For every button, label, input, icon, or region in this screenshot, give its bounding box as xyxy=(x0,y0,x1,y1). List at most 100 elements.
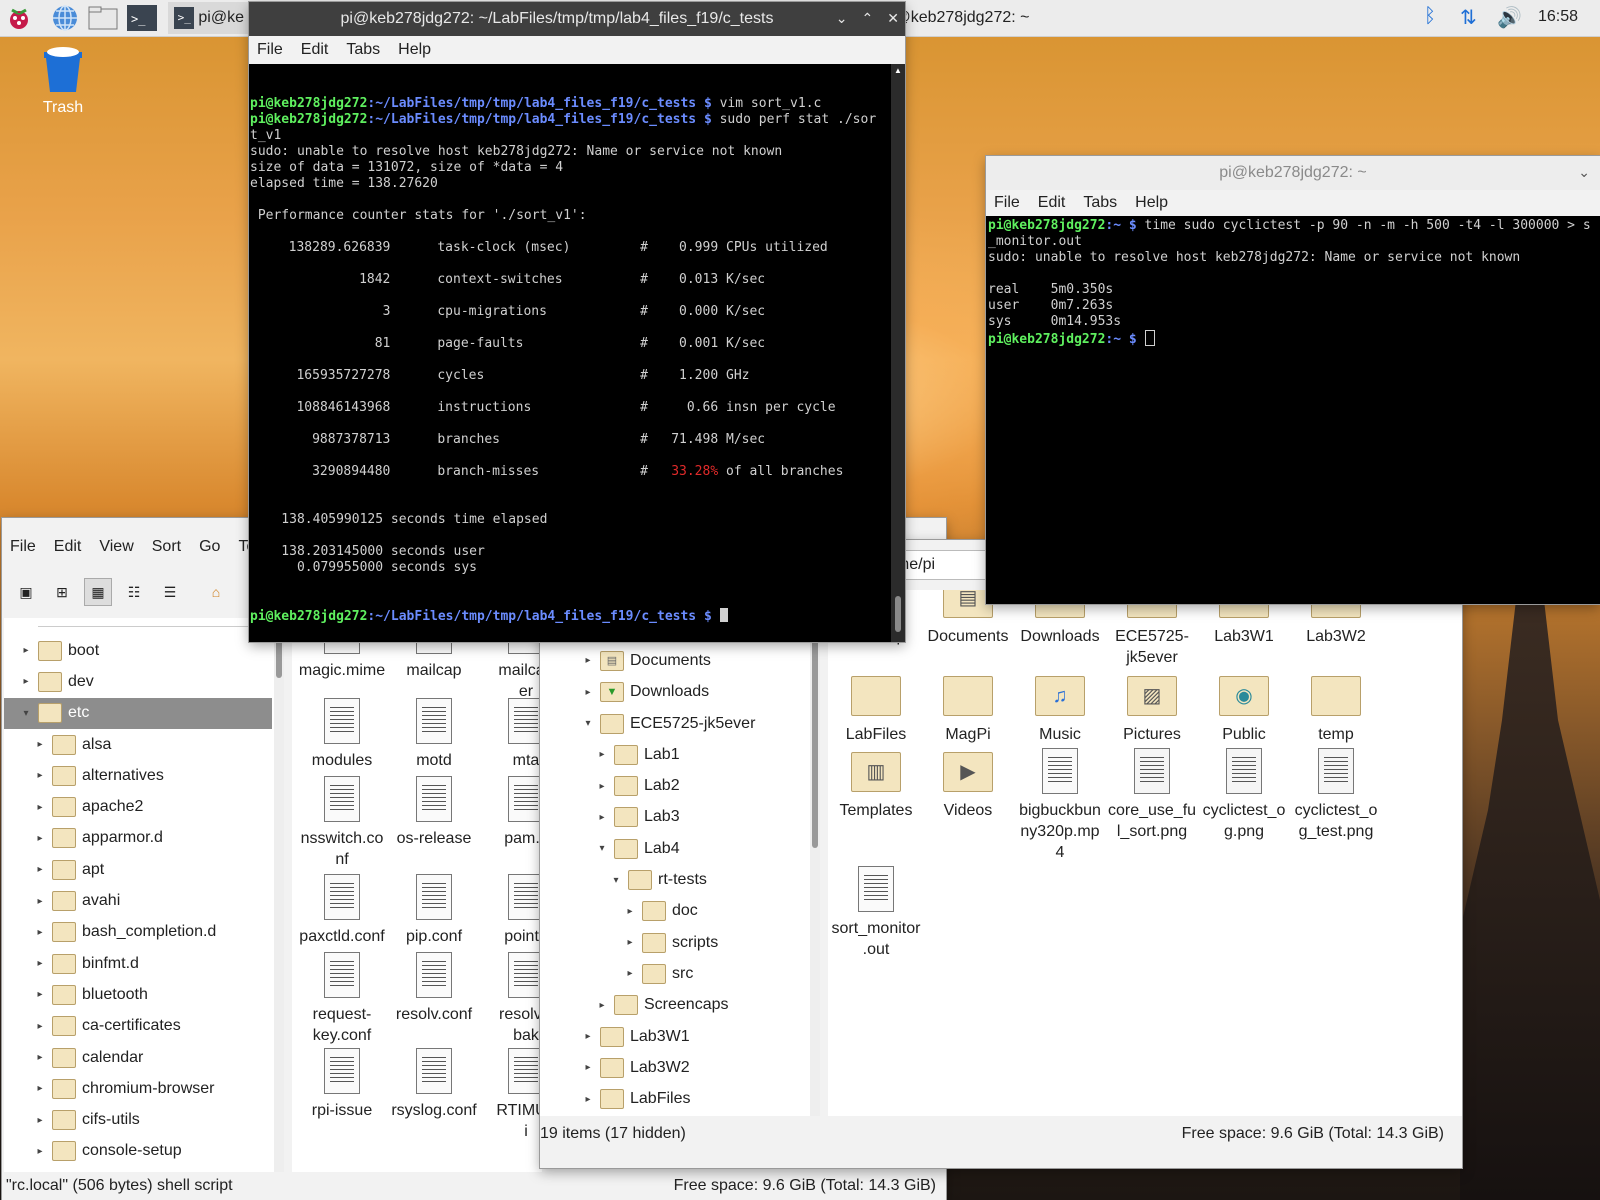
file-item[interactable]: mta xyxy=(480,698,542,771)
file-item[interactable]: resolv.c bak xyxy=(480,952,542,1046)
file-manager-icon[interactable] xyxy=(88,3,118,33)
file-item[interactable]: pointe xyxy=(480,874,542,947)
file-item[interactable]: request- key.conf xyxy=(296,952,388,1046)
tree-item[interactable]: ▸ Lab3W2 xyxy=(540,1052,806,1083)
clock[interactable]: 16:58 xyxy=(1538,8,1578,26)
file-item[interactable]: motd xyxy=(388,698,480,771)
tree-item[interactable]: ▸ scripts xyxy=(540,927,806,958)
menu-tabs[interactable]: Tabs xyxy=(1083,194,1117,212)
tree-item[interactable]: ▸ binfmt.d xyxy=(4,948,272,979)
thumbnail-view-icon[interactable]: ▦ xyxy=(84,578,112,606)
tree-item[interactable]: ▸ LabFiles xyxy=(540,1083,806,1114)
terminal-2-titlebar[interactable]: pi@keb278jdg272: ~ ⌄ xyxy=(986,156,1600,190)
tree-item[interactable]: ▸ cifs-utils xyxy=(4,1104,272,1135)
tree-scrollbar[interactable] xyxy=(274,618,284,1172)
desktop-trash[interactable]: Trash xyxy=(38,46,88,117)
network-icon[interactable]: ⇅ xyxy=(1460,5,1477,30)
tree-item[interactable]: ▸ Lab2 xyxy=(540,770,806,801)
menu-help[interactable]: Help xyxy=(1135,194,1168,212)
menu-file[interactable]: File xyxy=(994,194,1020,212)
expand-right-icon[interactable]: ▸ xyxy=(32,833,48,844)
file-item[interactable]: cyclictest_o g.png xyxy=(1198,748,1290,842)
expand-right-icon[interactable]: ▸ xyxy=(32,739,48,750)
expand-right-icon[interactable]: ▸ xyxy=(18,676,34,687)
menu-tabs[interactable]: Tabs xyxy=(346,41,380,59)
tree-item[interactable]: ▾ etc xyxy=(4,697,272,729)
file-item[interactable]: paxctld.conf xyxy=(296,874,388,947)
tree-item[interactable]: ▾ ECE5725-jk5ever xyxy=(540,708,806,739)
tree-item[interactable]: ▸ src xyxy=(540,958,806,989)
expand-right-icon[interactable]: ▸ xyxy=(580,687,596,698)
tree-item[interactable]: ▸ Lab3W1 xyxy=(540,1021,806,1052)
file-item[interactable]: ♫ Music xyxy=(1014,672,1106,745)
tree-item[interactable]: ▸ dev xyxy=(4,666,272,697)
tree-item[interactable]: ▸ bash_completion.d xyxy=(4,917,272,948)
minimize-icon[interactable]: ⌄ xyxy=(836,10,848,27)
file-item[interactable]: ▥ Templates xyxy=(830,748,922,821)
file-item[interactable]: ▶ Videos xyxy=(922,748,1014,821)
file-item[interactable]: rpi-issue xyxy=(296,1048,388,1121)
browser-icon[interactable] xyxy=(50,3,80,33)
list-view-icon[interactable]: ☰ xyxy=(156,578,184,606)
expand-right-icon[interactable]: ▸ xyxy=(32,802,48,813)
file-item[interactable]: bigbuckbun ny320p.mp 4 xyxy=(1014,748,1106,863)
expand-right-icon[interactable]: ▸ xyxy=(32,1115,48,1126)
terminal-1-output[interactable]: pi@keb278jdg272:~/LabFiles/tmp/tmp/lab4_… xyxy=(249,64,892,642)
tree-item[interactable]: ▸ apt xyxy=(4,854,272,885)
scroll-thumb[interactable] xyxy=(895,596,901,632)
tree-scrollbar[interactable] xyxy=(810,618,820,1116)
tree-item[interactable]: ▾ rt-tests xyxy=(540,864,806,895)
tree-item[interactable]: ▸ ca-certificates xyxy=(4,1011,272,1042)
tree-item[interactable]: ▸ ▼ Downloads xyxy=(540,677,806,708)
close-icon[interactable]: ✕ xyxy=(887,10,899,27)
file-item[interactable]: core_use_fu l_sort.png xyxy=(1106,748,1198,842)
terminal-launcher-icon[interactable]: >_ xyxy=(127,3,157,33)
expand-right-icon[interactable]: ▸ xyxy=(580,1031,596,1042)
home-icon[interactable]: ⌂ xyxy=(202,578,230,606)
expand-right-icon[interactable]: ▸ xyxy=(622,968,638,979)
icon-view-icon[interactable]: ⊞ xyxy=(48,578,76,606)
tree-item[interactable]: ▾ Lab4 xyxy=(540,833,806,864)
file-item[interactable]: MagPi xyxy=(922,672,1014,745)
file-item[interactable]: rsyslog.conf xyxy=(388,1048,480,1121)
file-item[interactable]: ▨ Pictures xyxy=(1106,672,1198,745)
expand-right-icon[interactable]: ▸ xyxy=(32,1146,48,1157)
tree-item[interactable]: ▸ console-setup xyxy=(4,1136,272,1167)
expand-right-icon[interactable]: ▸ xyxy=(622,906,638,917)
tree-item[interactable]: ▸ apparmor.d xyxy=(4,823,272,854)
menu-go[interactable]: Go xyxy=(199,538,220,556)
compact-view-icon[interactable]: ☷ xyxy=(120,578,148,606)
expand-right-icon[interactable]: ▸ xyxy=(32,927,48,938)
menu-edit[interactable]: Edit xyxy=(301,41,329,59)
menu-edit[interactable]: Edit xyxy=(1038,194,1066,212)
tree-item[interactable]: ▸ ▤ Documents xyxy=(540,645,806,676)
tree-item[interactable]: ▸ avahi xyxy=(4,885,272,916)
file-item[interactable]: cyclictest_o g_test.png xyxy=(1290,748,1382,842)
tree-item[interactable]: ▸ calendar xyxy=(4,1042,272,1073)
tree-item[interactable]: ▸ Lab1 xyxy=(540,739,806,770)
file-item[interactable]: os-release xyxy=(388,776,480,849)
menu-file[interactable]: File xyxy=(10,538,36,556)
file-item[interactable]: LabFiles xyxy=(830,672,922,745)
file-item[interactable]: sort_monitor .out xyxy=(830,866,922,960)
tree-item[interactable]: ▸ bluetooth xyxy=(4,979,272,1010)
expand-right-icon[interactable]: ▸ xyxy=(18,645,34,656)
menu-file[interactable]: File xyxy=(257,41,283,59)
expand-right-icon[interactable]: ▸ xyxy=(594,1000,610,1011)
expand-right-icon[interactable]: ▸ xyxy=(32,1083,48,1094)
file-item[interactable]: temp xyxy=(1290,672,1382,745)
tree-item[interactable]: ▸ chromium-browser xyxy=(4,1073,272,1104)
new-window-icon[interactable]: ▣ xyxy=(12,578,40,606)
bluetooth-icon[interactable]: ᛒ xyxy=(1424,5,1436,28)
menu-help[interactable]: Help xyxy=(398,41,431,59)
volume-icon[interactable]: 🔊 xyxy=(1497,5,1522,30)
expand-right-icon[interactable]: ▸ xyxy=(32,864,48,875)
scroll-up-icon[interactable]: ▲ xyxy=(894,66,902,75)
expand-down-icon[interactable]: ▾ xyxy=(18,708,34,719)
expand-right-icon[interactable]: ▸ xyxy=(580,655,596,666)
expand-right-icon[interactable]: ▸ xyxy=(32,989,48,1000)
raspberry-menu-icon[interactable] xyxy=(4,3,34,33)
tree-item[interactable]: ▸ Screencaps xyxy=(540,990,806,1021)
file-item[interactable]: nsswitch.co nf xyxy=(296,776,388,870)
file-item[interactable]: pip.conf xyxy=(388,874,480,947)
